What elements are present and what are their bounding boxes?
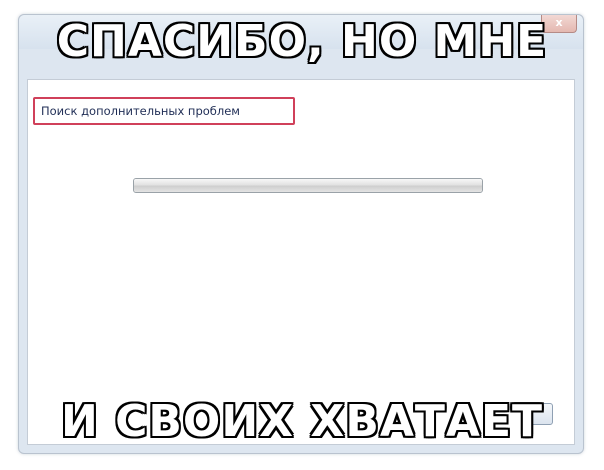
- progress-bar: [133, 178, 483, 193]
- dialog-content-area: [27, 79, 575, 445]
- meme-top-caption: СПАСИБО, НО МНЕ: [56, 15, 548, 68]
- meme-bottom-caption: И СВОИХ ХВАТАЕТ: [60, 395, 544, 448]
- progress-bar-fill: [134, 179, 482, 192]
- dialog-window: x: [18, 14, 584, 454]
- status-message-text: Поиск дополнительных проблем: [41, 104, 240, 118]
- meme-image: x Поиск дополнительных проблем СПАСИБО, …: [0, 0, 604, 470]
- status-message-box: Поиск дополнительных проблем: [33, 97, 295, 125]
